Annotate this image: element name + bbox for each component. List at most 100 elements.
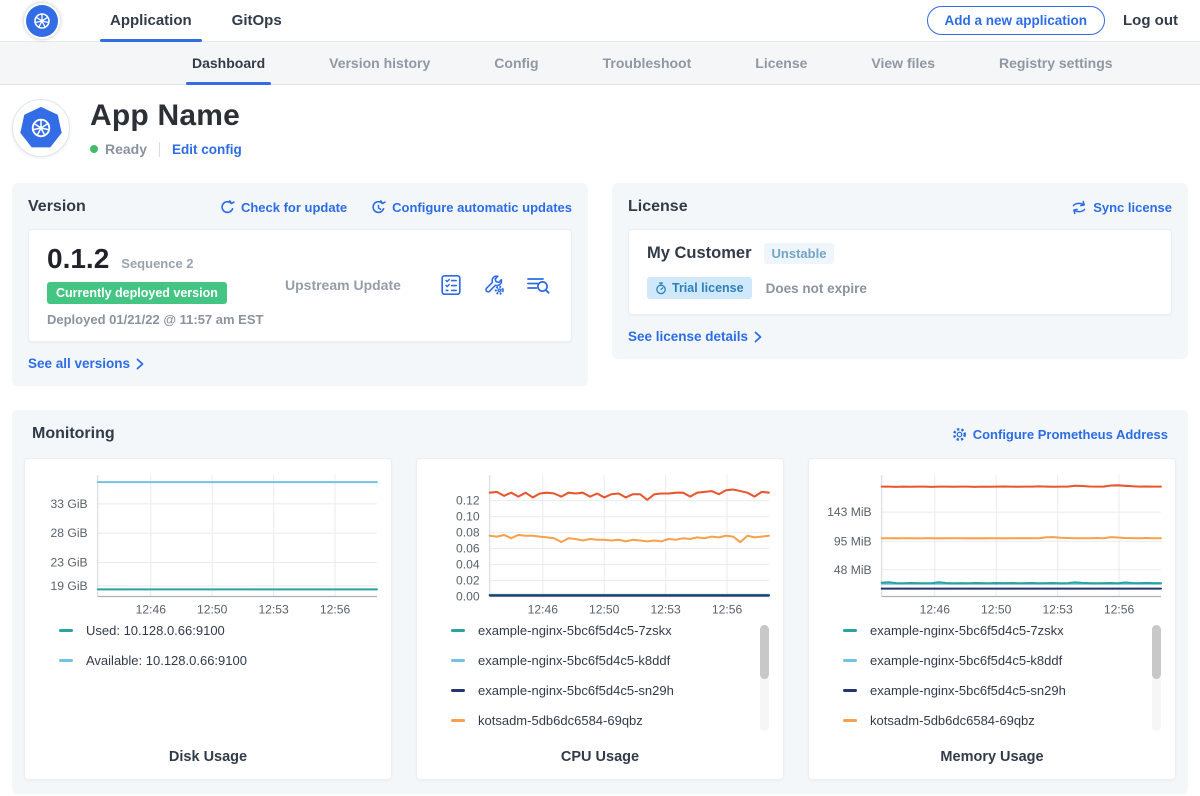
legend-item: example-nginx-5bc6f5d4c5-7zskx — [843, 623, 1139, 638]
legend-item: Used: 10.128.0.66:9100 — [59, 623, 355, 638]
legend-item: Available: 10.128.0.66:9100 — [59, 653, 355, 668]
chevron-right-icon — [754, 331, 762, 343]
gear-icon — [952, 427, 967, 442]
cpu-usage-chart-card: 0.120.100.080.060.040.020.0012:4612:5012… — [416, 458, 784, 780]
check-for-update-link[interactable]: Check for update — [220, 200, 347, 215]
legend-label: kotsadm-5db6dc6584-69qbz — [870, 713, 1035, 728]
version-number: 0.1.2 — [47, 243, 109, 275]
channel-badge: Unstable — [764, 243, 835, 264]
legend-item: example-nginx-5bc6f5d4c5-k8ddf — [843, 653, 1139, 668]
legend-scrollbar-thumb[interactable] — [1152, 625, 1161, 679]
page-title: App Name — [90, 99, 242, 133]
legend-scrollbar[interactable] — [1152, 625, 1161, 731]
current-version-row: 0.1.2 Sequence 2 Currently deployed vers… — [28, 229, 572, 342]
svg-text:0.12: 0.12 — [456, 494, 480, 508]
svg-text:23 GiB: 23 GiB — [51, 556, 88, 570]
sync-license-link[interactable]: Sync license — [1071, 200, 1172, 215]
chart-title: Disk Usage — [33, 749, 383, 765]
version-card: Version Check for update Configure au — [12, 183, 588, 386]
disk-usage-chart-card: 33 GiB28 GiB23 GiB19 GiB12:4612:5012:531… — [24, 458, 392, 780]
legend-label: example-nginx-5bc6f5d4c5-7zskx — [870, 623, 1064, 638]
svg-text:0.06: 0.06 — [456, 542, 480, 556]
version-card-title: Version — [28, 198, 86, 216]
legend-label: example-nginx-5bc6f5d4c5-k8ddf — [870, 653, 1062, 668]
svg-text:48 MiB: 48 MiB — [834, 563, 872, 577]
monitoring-section: Monitoring Configure Prometheus Address … — [12, 410, 1188, 794]
legend-color-dash — [451, 719, 465, 722]
configure-automatic-updates-link[interactable]: Configure automatic updates — [371, 200, 572, 215]
legend-color-dash — [843, 629, 857, 632]
tab-dashboard[interactable]: Dashboard — [186, 42, 271, 84]
svg-text:12:46: 12:46 — [920, 603, 951, 617]
svg-text:0.00: 0.00 — [456, 590, 480, 604]
config-wrench-icon[interactable] — [482, 273, 506, 297]
tab-registry-settings[interactable]: Registry settings — [993, 42, 1119, 84]
trial-license-badge: Trial license — [647, 277, 752, 299]
legend-item: example-nginx-5bc6f5d4c5-7zskx — [451, 623, 747, 638]
license-expiry-text: Does not expire — [766, 281, 867, 296]
legend-color-dash — [451, 659, 465, 662]
legend-item: kotsadm-5db6dc6584-69qbz — [843, 713, 1139, 728]
memory-usage-chart-card: 143 MiB95 MiB48 MiB12:4612:5012:5312:56 … — [808, 458, 1176, 780]
svg-text:95 MiB: 95 MiB — [834, 534, 872, 548]
legend-label: example-nginx-5bc6f5d4c5-k8ddf — [478, 653, 670, 668]
svg-text:0.04: 0.04 — [456, 558, 480, 572]
app-header: App Name Ready Edit config — [0, 85, 1200, 173]
chart-title: Memory Usage — [817, 749, 1167, 765]
topnav-tab-application[interactable]: Application — [106, 0, 196, 41]
svg-text:33 GiB: 33 GiB — [51, 497, 88, 511]
chevron-right-icon — [136, 358, 144, 370]
svg-text:0.08: 0.08 — [456, 526, 480, 540]
currently-deployed-badge: Currently deployed version — [47, 282, 227, 304]
customer-name: My Customer — [647, 244, 752, 263]
svg-text:12:50: 12:50 — [197, 603, 228, 617]
configure-prometheus-link[interactable]: Configure Prometheus Address — [952, 427, 1168, 442]
kubernetes-logo — [24, 3, 60, 39]
tab-troubleshoot[interactable]: Troubleshoot — [597, 42, 698, 84]
tab-view-files[interactable]: View files — [865, 42, 941, 84]
view-diff-search-icon[interactable] — [525, 273, 551, 297]
legend-scrollbar[interactable] — [760, 625, 769, 731]
refresh-icon — [220, 200, 235, 215]
legend-label: kotsadm-5db6dc6584-69qbz — [478, 713, 643, 728]
legend-label: Used: 10.128.0.66:9100 — [86, 623, 225, 638]
preflight-checklist-icon[interactable] — [439, 273, 463, 297]
tab-version-history[interactable]: Version history — [323, 42, 436, 84]
topnav-tab-gitops[interactable]: GitOps — [228, 0, 286, 41]
svg-text:12:46: 12:46 — [528, 603, 559, 617]
stopwatch-icon — [655, 282, 667, 295]
svg-text:12:53: 12:53 — [650, 603, 681, 617]
legend-color-dash — [843, 689, 857, 692]
tab-license[interactable]: License — [749, 42, 813, 84]
legend-color-dash — [451, 629, 465, 632]
cpu-usage-chart: 0.120.100.080.060.040.020.0012:4612:5012… — [425, 467, 775, 619]
chart-legend: example-nginx-5bc6f5d4c5-7zskx example-ng… — [843, 623, 1161, 739]
app-sub-nav: Dashboard Version history Config Troublesho… — [0, 42, 1200, 85]
legend-label: example-nginx-5bc6f5d4c5-sn29h — [478, 683, 674, 698]
see-all-versions-link[interactable]: See all versions — [28, 356, 572, 371]
legend-color-dash — [843, 719, 857, 722]
sync-icon — [1071, 200, 1087, 215]
add-new-application-button[interactable]: Add a new application — [927, 6, 1106, 35]
see-license-details-link[interactable]: See license details — [628, 329, 1172, 344]
svg-text:12:50: 12:50 — [589, 603, 620, 617]
chart-legend: example-nginx-5bc6f5d4c5-7zskx example-ng… — [451, 623, 769, 739]
license-summary-row: My Customer Unstable Trial license Does … — [628, 229, 1172, 315]
legend-item: kotsadm-5db6dc6584-69qbz — [451, 713, 747, 728]
legend-item: example-nginx-5bc6f5d4c5-sn29h — [843, 683, 1139, 698]
legend-color-dash — [59, 629, 73, 632]
svg-text:12:46: 12:46 — [136, 603, 167, 617]
tab-config[interactable]: Config — [488, 42, 544, 84]
schedule-update-icon — [371, 200, 386, 215]
legend-item: example-nginx-5bc6f5d4c5-sn29h — [451, 683, 747, 698]
svg-text:0.02: 0.02 — [456, 574, 480, 588]
svg-text:12:50: 12:50 — [981, 603, 1012, 617]
ready-status-dot — [90, 145, 98, 153]
edit-config-link[interactable]: Edit config — [172, 142, 242, 157]
legend-scrollbar-thumb[interactable] — [760, 625, 769, 679]
chart-title: CPU Usage — [425, 749, 775, 765]
svg-text:19 GiB: 19 GiB — [51, 579, 88, 593]
logout-button[interactable]: Log out — [1123, 12, 1178, 29]
legend-label: Available: 10.128.0.66:9100 — [86, 653, 247, 668]
license-card-title: License — [628, 198, 688, 216]
